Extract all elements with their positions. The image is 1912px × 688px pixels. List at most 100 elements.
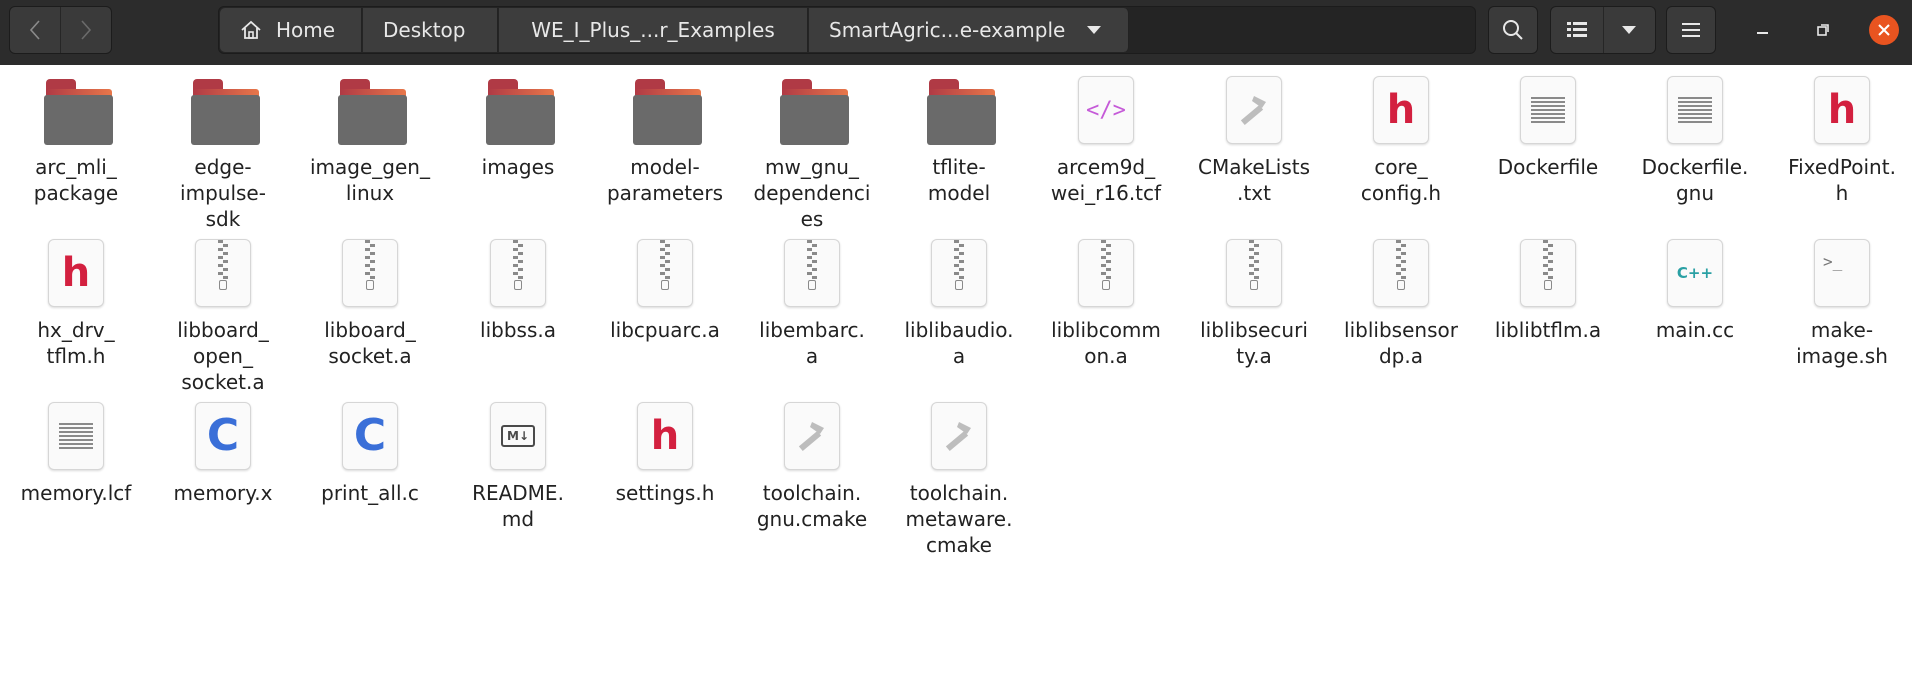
folder-item[interactable]: model-parameters xyxy=(595,75,735,206)
file-item[interactable]: libbss.a xyxy=(448,238,588,343)
file-item[interactable]: Dockerfile xyxy=(1478,75,1618,180)
file-item[interactable]: h FixedPoint. h xyxy=(1772,75,1912,206)
file-item[interactable]: liblibsecuri ty.a xyxy=(1184,238,1324,369)
archive-file-icon xyxy=(1365,238,1437,310)
file-item[interactable]: >_ make-image.sh xyxy=(1772,238,1912,369)
file-name-label: tflite-model xyxy=(927,155,991,205)
folder-icon xyxy=(923,75,996,147)
file-item[interactable]: liblibtflm.a xyxy=(1478,238,1618,343)
breadcrumb-label: SmartAgric...e-example xyxy=(829,18,1066,42)
headerbar: Home Desktop WE_I_Plus_...r_Examples Sma… xyxy=(0,0,1912,65)
file-item[interactable]: toolchain. gnu.cmake xyxy=(742,401,882,532)
file-item[interactable]: CMakeLists .txt xyxy=(1184,75,1324,206)
view-options-button[interactable] xyxy=(1604,7,1656,53)
folder-icon xyxy=(334,75,407,147)
archive-file-icon xyxy=(776,238,848,310)
file-item[interactable]: C++ main.cc xyxy=(1625,238,1765,343)
folder-item[interactable]: arc_mli_ package xyxy=(6,75,146,206)
file-item[interactable]: h core_ config.h xyxy=(1331,75,1471,206)
glyph: C++ xyxy=(1676,264,1714,282)
glyph: C xyxy=(353,410,387,461)
file-name-label: liblibsecuri ty.a xyxy=(1200,318,1308,368)
folder-icon xyxy=(629,75,702,147)
file-name-label: core_ config.h xyxy=(1360,155,1442,205)
back-button[interactable] xyxy=(10,7,61,53)
search-button[interactable] xyxy=(1488,6,1538,54)
file-item[interactable]: Cprint_all.c xyxy=(300,401,440,506)
glyph: </> xyxy=(1086,97,1126,123)
file-item[interactable]: h settings.h xyxy=(595,401,735,506)
maximize-button[interactable] xyxy=(1809,16,1837,44)
file-name-label: hx_drv_ tflm.h xyxy=(37,318,115,368)
folder-icon xyxy=(40,75,113,147)
c-header-file-icon: h xyxy=(629,401,701,473)
file-item[interactable]: liblibcomm on.a xyxy=(1036,238,1176,369)
file-item[interactable]: libembarc. a xyxy=(742,238,882,369)
breadcrumb-current-folder[interactable]: SmartAgric...e-example xyxy=(809,8,1129,52)
file-name-label: mw_gnu_ dependenci es xyxy=(753,155,871,231)
file-item[interactable]: liblibsensor dp.a xyxy=(1331,238,1471,369)
file-name-label: libembarc. a xyxy=(759,318,865,368)
file-name-label: README. md xyxy=(472,481,564,531)
minimize-button[interactable] xyxy=(1749,16,1777,44)
file-item[interactable]: memory.lcf xyxy=(6,401,146,506)
glyph: h xyxy=(650,413,680,459)
chevron-left-icon xyxy=(29,20,40,40)
file-name-label: settings.h xyxy=(615,481,715,505)
breadcrumb-label: WE_I_Plus_...r_Examples xyxy=(531,18,775,42)
file-item[interactable]: liblibaudio. a xyxy=(889,238,1029,369)
folder-item[interactable]: tflite-model xyxy=(889,75,1029,206)
file-item[interactable]: M↓ README. md xyxy=(448,401,588,532)
folder-icon xyxy=(776,75,849,147)
file-name-label: main.cc xyxy=(1655,318,1735,342)
close-button[interactable] xyxy=(1869,15,1899,45)
text-file-icon xyxy=(40,401,112,473)
file-item[interactable]: h hx_drv_ tflm.h xyxy=(6,238,146,369)
list-view-button[interactable] xyxy=(1551,7,1604,53)
cpp-file-icon: C++ xyxy=(1659,238,1731,310)
menu-button[interactable] xyxy=(1666,6,1716,54)
archive-file-icon xyxy=(1512,238,1584,310)
file-name-label: libboard_ socket.a xyxy=(324,318,416,368)
home-icon xyxy=(241,20,261,39)
file-item[interactable]: libboard_ open_ socket.a xyxy=(153,238,293,395)
text-file-icon xyxy=(1659,75,1731,147)
breadcrumb-label: Desktop xyxy=(383,18,466,42)
c-header-file-icon: h xyxy=(1806,75,1878,147)
archive-file-icon xyxy=(334,238,406,310)
forward-button[interactable] xyxy=(61,7,111,53)
shell-script-icon: >_ xyxy=(1806,238,1878,310)
text-file-icon xyxy=(1512,75,1584,147)
breadcrumb-desktop[interactable]: Desktop xyxy=(363,8,498,52)
breadcrumb-we-i-plus[interactable]: WE_I_Plus_...r_Examples xyxy=(499,8,808,52)
file-item[interactable]: </> arcem9d_ wei_r16.tcf xyxy=(1036,75,1176,206)
folder-icon xyxy=(187,75,260,147)
file-name-label: image_gen_ linux xyxy=(310,155,430,205)
glyph: h xyxy=(1827,87,1857,133)
history-nav xyxy=(9,6,112,54)
file-name-label: make-image.sh xyxy=(1796,318,1888,368)
folder-item[interactable]: mw_gnu_ dependenci es xyxy=(742,75,882,232)
folder-icon xyxy=(482,75,555,147)
list-view-icon xyxy=(1566,22,1587,37)
file-item[interactable]: libboard_ socket.a xyxy=(300,238,440,369)
archive-file-icon xyxy=(629,238,701,310)
folder-item[interactable]: image_gen_ linux xyxy=(300,75,440,206)
folder-item[interactable]: edge-impulse-sdk xyxy=(153,75,293,232)
folder-item[interactable]: images xyxy=(448,75,588,180)
file-item[interactable]: toolchain. metaware. cmake xyxy=(889,401,1029,558)
breadcrumb-home[interactable]: Home xyxy=(220,8,362,52)
file-item[interactable]: Dockerfile. gnu xyxy=(1625,75,1765,206)
file-name-label: model-parameters xyxy=(606,155,723,205)
markdown-file-icon: M↓ xyxy=(482,401,554,473)
file-name-label: toolchain. metaware. cmake xyxy=(905,481,1013,557)
file-name-label: CMakeLists .txt xyxy=(1197,155,1311,205)
archive-file-icon xyxy=(187,238,259,310)
file-item[interactable]: libcpuarc.a xyxy=(595,238,735,343)
glyph: >_ xyxy=(1823,252,1843,271)
file-name-label: liblibaudio. a xyxy=(904,318,1014,368)
file-item[interactable]: Cmemory.x xyxy=(153,401,293,506)
build-file-icon xyxy=(776,401,848,473)
file-name-label: images xyxy=(481,155,555,179)
xml-file-icon: </> xyxy=(1070,75,1142,147)
